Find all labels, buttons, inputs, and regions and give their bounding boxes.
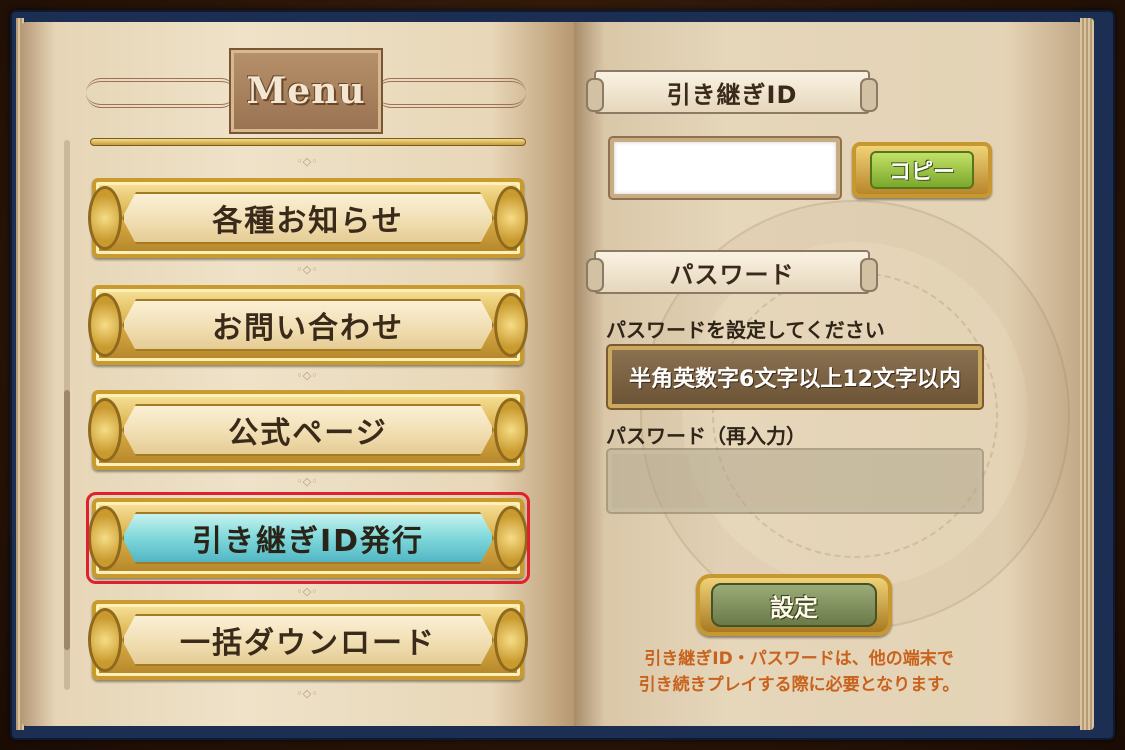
notice-line-1: 引き継ぎID・パスワードは、他の端末で: [644, 649, 954, 669]
password-confirm-label: パスワード（再入力）: [606, 424, 806, 448]
password-label: パスワードを設定してください: [606, 318, 885, 342]
menu-item-notices[interactable]: 各種お知らせ: [88, 178, 528, 258]
ornament-icon: [494, 608, 528, 672]
ornament-icon: [88, 293, 122, 357]
page-edge-right: [1080, 18, 1094, 730]
selection-highlight: [86, 492, 530, 584]
menu-item-label: 各種お知らせ: [212, 204, 404, 239]
menu-divider: [90, 138, 526, 146]
menu-title-plate: Menu: [229, 48, 383, 134]
ornament-icon: [88, 608, 122, 672]
menu-item-label: 公式ページ: [228, 416, 388, 451]
transfer-id-field[interactable]: [608, 136, 842, 200]
copy-button[interactable]: コピー: [852, 142, 992, 198]
menu-item-official-page[interactable]: 公式ページ: [88, 390, 528, 470]
password-heading: パスワード: [586, 250, 878, 294]
ornament-icon: [494, 293, 528, 357]
password-input[interactable]: 半角英数字6文字以上12文字以内: [606, 344, 984, 410]
ornament-right-icon: [376, 78, 526, 108]
menu-item-contact[interactable]: お問い合わせ: [88, 285, 528, 365]
ornament-icon: [88, 398, 122, 462]
separator-icon: ◦◇◦: [296, 155, 318, 168]
menu-item-label: お問い合わせ: [212, 311, 404, 346]
menu-item-bulk-download[interactable]: 一括ダウンロード: [88, 600, 528, 680]
notice-line-2: 引き続きプレイする際に必要となります。: [638, 675, 960, 695]
scrollbar-thumb[interactable]: [64, 390, 70, 650]
copy-button-label: コピー: [870, 151, 974, 189]
set-button[interactable]: 設定: [696, 574, 892, 636]
separator-icon: ◦◇◦: [296, 369, 318, 382]
menu-item-label: 一括ダウンロード: [180, 626, 436, 661]
transfer-notice: 引き継ぎID・パスワードは、他の端末で 引き続きプレイする際に必要となります。: [604, 646, 994, 698]
ornament-icon: [494, 398, 528, 462]
password-confirm-input[interactable]: [606, 448, 984, 514]
menu-title: Menu: [246, 70, 366, 112]
transfer-id-heading: 引き継ぎID: [586, 70, 878, 114]
separator-icon: ◦◇◦: [296, 687, 318, 700]
set-button-label: 設定: [711, 583, 877, 627]
ornament-left-icon: [86, 78, 236, 108]
separator-icon: ◦◇◦: [296, 585, 318, 598]
ornament-icon: [88, 186, 122, 250]
ornament-icon: [494, 186, 528, 250]
separator-icon: ◦◇◦: [296, 475, 318, 488]
separator-icon: ◦◇◦: [296, 263, 318, 276]
menu-header: Menu: [86, 40, 526, 150]
